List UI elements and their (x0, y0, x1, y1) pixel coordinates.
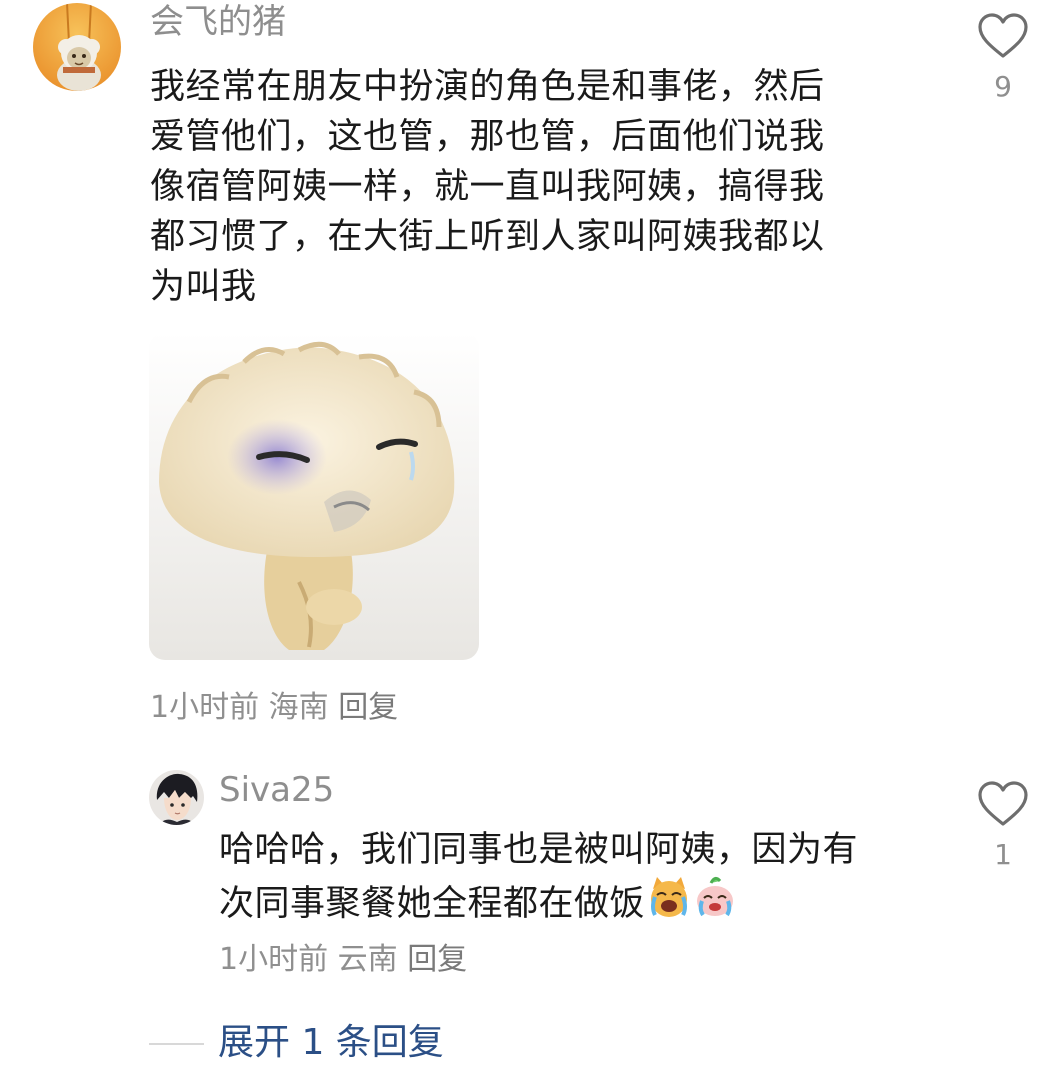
reply-username[interactable]: Siva25 (219, 770, 334, 810)
reply-avatar[interactable] (149, 770, 204, 825)
comment-like-button[interactable]: 9 (973, 12, 1033, 104)
reply-like-count: 1 (994, 838, 1012, 871)
reply-time: 1小时前 (219, 942, 329, 977)
comment-like-count: 9 (994, 70, 1012, 103)
comment-location: 海南 (268, 690, 329, 725)
expand-divider (149, 1043, 204, 1045)
comment-reply-button[interactable]: 回复 (338, 690, 398, 725)
comment-line: 都习惯了，在大街上听到人家叫阿姨我都以 (150, 217, 825, 257)
comment-body: 我经常在朋友中扮演的角色是和事佬，然后 爱管他们，这也管，那也管，后面他们说我 … (150, 62, 910, 312)
heart-outline-icon[interactable] (977, 13, 1029, 64)
comment-line: 爱管他们，这也管，那也管，后面他们说我 (150, 117, 825, 157)
reply-reply-button[interactable]: 回复 (407, 942, 467, 977)
commenter-avatar[interactable] (33, 3, 121, 91)
reply-line: 次同事聚餐她全程都在做饭 (219, 875, 939, 933)
reply-meta: 1小时前 云南 回复 (219, 942, 467, 978)
commenter-username[interactable]: 会飞的猪 (150, 2, 286, 42)
reply-line: 哈哈哈，我们同事也是被叫阿姨，因为有 (219, 830, 859, 870)
comment-meta: 1小时前 海南 回复 (150, 690, 398, 726)
dumpling-sticker-image[interactable] (149, 332, 479, 660)
comment-line: 我经常在朋友中扮演的角色是和事佬，然后 (150, 67, 825, 107)
crying-face-emoji (693, 875, 737, 933)
expand-replies-button[interactable]: 展开 1 条回复 (218, 1021, 444, 1065)
reply-location: 云南 (337, 942, 398, 977)
comment-time: 1小时前 (150, 690, 260, 725)
heart-outline-icon[interactable] (977, 781, 1029, 832)
reply-like-button[interactable]: 1 (973, 780, 1033, 872)
crying-cat-emoji (647, 875, 691, 933)
comment-line: 像宿管阿姨一样，就一直叫我阿姨，搞得我 (150, 167, 825, 207)
comment-line: 为叫我 (150, 267, 257, 307)
reply-line-text: 次同事聚餐她全程都在做饭 (219, 884, 646, 924)
reply-body: 哈哈哈，我们同事也是被叫阿姨，因为有 次同事聚餐她全程都在做饭 (219, 825, 939, 933)
